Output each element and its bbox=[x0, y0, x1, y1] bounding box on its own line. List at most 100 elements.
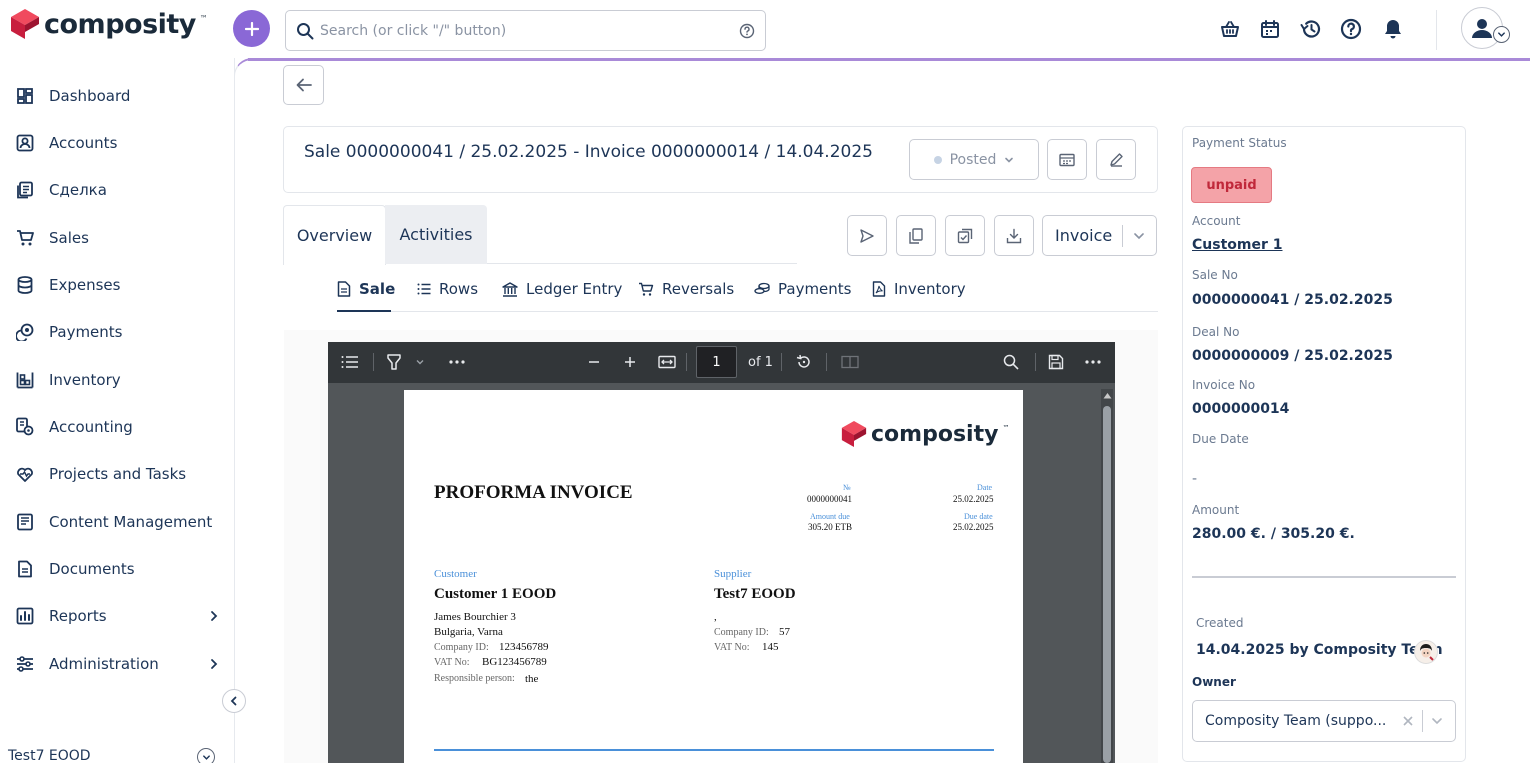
sidebar-item-sales[interactable]: Sales bbox=[15, 224, 220, 252]
pdf-toolbar-separator bbox=[826, 353, 827, 371]
copy-button[interactable] bbox=[896, 215, 936, 256]
brand-name: composity bbox=[44, 8, 196, 40]
pdf-scrollbar-thumb[interactable] bbox=[1103, 406, 1111, 763]
account-link[interactable]: Customer 1 bbox=[1192, 237, 1283, 253]
send-button[interactable] bbox=[847, 215, 887, 256]
pdf-menu-icon[interactable] bbox=[1083, 352, 1103, 372]
invoice-no-value: 0000000041 bbox=[807, 494, 852, 504]
subtab-sale[interactable]: Sale bbox=[337, 278, 395, 300]
pdf-annotate-menu-icon[interactable] bbox=[410, 352, 430, 372]
two-page-icon[interactable] bbox=[840, 352, 860, 372]
sidebar-item-accounts[interactable]: Accounts bbox=[15, 129, 220, 157]
pdf-toolbar-separator bbox=[686, 353, 687, 371]
sidebar-item-content[interactable]: Content Management bbox=[15, 508, 220, 536]
main-accent-line bbox=[248, 58, 1530, 61]
owner-select[interactable]: Composity Team (suppo... bbox=[1192, 700, 1456, 742]
convert-button[interactable] bbox=[945, 215, 985, 256]
arrow-left-icon bbox=[296, 78, 312, 92]
bank-icon bbox=[502, 281, 518, 297]
sidebar-item-label: Sales bbox=[49, 229, 89, 247]
pdf-file-icon bbox=[872, 281, 886, 297]
pdf-search-icon[interactable] bbox=[1001, 352, 1021, 372]
sidebar-item-inventory[interactable]: Inventory bbox=[15, 366, 220, 394]
subtab-rows[interactable]: Rows bbox=[417, 278, 478, 300]
document-type-select[interactable]: Invoice bbox=[1042, 215, 1157, 256]
user-icon bbox=[1472, 19, 1492, 38]
sidebar-item-expenses[interactable]: Expenses bbox=[15, 271, 220, 299]
help-icon[interactable] bbox=[1340, 18, 1362, 40]
tab-overview[interactable]: Overview bbox=[283, 205, 386, 265]
help-circle-icon[interactable] bbox=[739, 23, 755, 39]
sidebar-item-label: Payments bbox=[49, 323, 123, 341]
calendar-icon[interactable] bbox=[1259, 18, 1281, 40]
sidebar-item-payments[interactable]: Payments bbox=[15, 318, 220, 346]
creator-avatar bbox=[1414, 640, 1438, 664]
edit-button[interactable] bbox=[1096, 139, 1136, 180]
scroll-up-icon[interactable] bbox=[1103, 392, 1112, 399]
zoom-out-icon[interactable] bbox=[584, 352, 604, 372]
invoice-customer-vat-label: VAT No: bbox=[434, 657, 470, 668]
bell-icon[interactable] bbox=[1382, 18, 1404, 40]
invoice-supplier-address: , bbox=[714, 611, 717, 623]
invoice-customer-address: James Bourchier 3 bbox=[434, 611, 516, 623]
sidebar-collapse-button[interactable] bbox=[222, 689, 246, 713]
sidebar-item-label: Dashboard bbox=[49, 87, 131, 105]
invoice-due-date-label: Due date bbox=[964, 512, 993, 521]
heart-icon bbox=[15, 464, 35, 484]
sidebar-item-deal[interactable]: Сделка bbox=[15, 176, 220, 204]
rotate-icon[interactable] bbox=[794, 352, 814, 372]
main-corner bbox=[234, 58, 254, 78]
sidebar-item-reports[interactable]: Reports bbox=[15, 602, 220, 630]
plus-icon bbox=[244, 21, 259, 36]
history-icon[interactable] bbox=[1300, 18, 1322, 40]
active-subtab-indicator bbox=[337, 310, 391, 312]
file-icon bbox=[337, 281, 351, 297]
sale-no-value: 0000000041 / 25.02.2025 bbox=[1192, 292, 1393, 308]
download-button[interactable] bbox=[994, 215, 1034, 256]
search-input[interactable]: Search (or click "/" button) bbox=[320, 23, 739, 39]
company-switcher-toggle[interactable] bbox=[197, 748, 215, 763]
invoice-due-date-value: 25.02.2025 bbox=[953, 522, 994, 532]
pdf-page-input[interactable]: 1 bbox=[696, 346, 737, 378]
chevron-right-icon bbox=[211, 611, 218, 621]
subtab-ledger-entry[interactable]: Ledger Entry bbox=[502, 278, 622, 300]
status-dot bbox=[933, 155, 942, 164]
clear-icon[interactable] bbox=[1402, 715, 1414, 727]
global-search[interactable]: Search (or click "/" button) bbox=[285, 10, 766, 51]
subtab-reversals[interactable]: Reversals bbox=[638, 278, 734, 300]
basket-icon[interactable] bbox=[1219, 18, 1241, 40]
pdf-outline-icon[interactable] bbox=[340, 352, 360, 372]
subtab-payments[interactable]: Payments bbox=[754, 278, 851, 300]
sidebar-item-projects[interactable]: Projects and Tasks bbox=[15, 460, 220, 488]
schedule-button[interactable] bbox=[1047, 139, 1087, 180]
invoice-supplier-company-id: 57 bbox=[779, 626, 790, 638]
invoice-no-value: 0000000014 bbox=[1192, 401, 1290, 417]
sidebar-item-label: Expenses bbox=[49, 276, 121, 294]
deal-no-value: 0000000009 / 25.02.2025 bbox=[1192, 348, 1393, 364]
sidebar-item-accounting[interactable]: Accounting bbox=[15, 413, 220, 441]
save-icon[interactable] bbox=[1046, 352, 1066, 372]
tab-activities[interactable]: Activities bbox=[385, 205, 487, 264]
invoice-date-label: Date bbox=[977, 483, 993, 492]
sidebar-item-dashboard[interactable]: Dashboard bbox=[15, 82, 220, 110]
pdf-more-tools-icon[interactable] bbox=[447, 352, 467, 372]
zoom-in-icon[interactable] bbox=[620, 352, 640, 372]
add-new-button[interactable] bbox=[233, 10, 270, 47]
invoice-brand-tm: ™ bbox=[1002, 424, 1010, 432]
app-logo[interactable]: composity ™ bbox=[10, 8, 208, 40]
subtab-inventory[interactable]: Inventory bbox=[872, 278, 966, 300]
fit-width-icon[interactable] bbox=[657, 352, 677, 372]
sidebar-item-documents[interactable]: Documents bbox=[15, 555, 220, 583]
brand-tm: ™ bbox=[199, 14, 208, 23]
invoice-date-value: 25.02.2025 bbox=[953, 494, 994, 504]
pdf-annotate-icon[interactable] bbox=[384, 352, 404, 372]
sidebar-item-administration[interactable]: Administration bbox=[15, 650, 220, 678]
back-button[interactable] bbox=[283, 65, 324, 105]
invoice-customer-company-id-label: Company ID: bbox=[434, 642, 489, 653]
chevron-down-icon[interactable] bbox=[1431, 715, 1443, 727]
company-switcher-label[interactable]: Test7 EOOD bbox=[8, 748, 91, 763]
user-menu-toggle[interactable] bbox=[1493, 26, 1510, 43]
status-dropdown[interactable]: Posted bbox=[909, 139, 1039, 180]
sliders-icon bbox=[15, 654, 35, 674]
cart-icon bbox=[639, 282, 654, 296]
